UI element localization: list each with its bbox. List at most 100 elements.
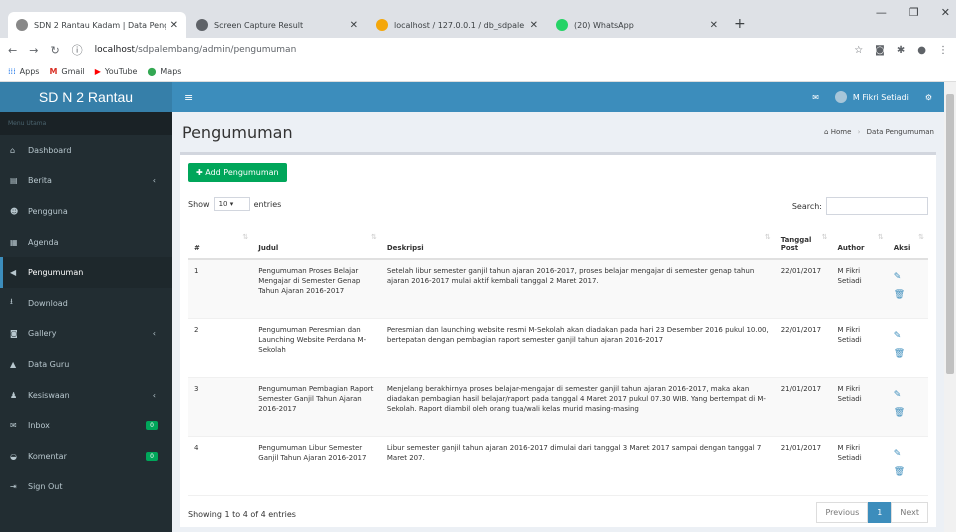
- edit-pencil-icon[interactable]: ✎: [894, 449, 922, 459]
- sidebar-item-pengumuman[interactable]: ◀ Pengumuman: [0, 257, 172, 288]
- sidebar: Menu Utama ⌂ Dashboard ▤ Berita ‹ ☻ Pengguna ▦ A…: [0, 112, 172, 532]
- mail-notification-icon[interactable]: ✉: [812, 93, 819, 102]
- row-number: 2: [188, 318, 253, 378]
- sidebar-item-label: Komentar: [28, 451, 67, 461]
- close-tab-icon[interactable]: ✕: [170, 20, 178, 31]
- chevron-left-icon: ‹: [152, 176, 156, 186]
- sidebar-item-label: Inbox: [28, 421, 50, 431]
- info-icon[interactable]: ⓘ: [72, 42, 83, 58]
- edit-pencil-icon[interactable]: ✎: [894, 331, 922, 341]
- tab-favicon-icon: [556, 19, 568, 31]
- settings-gear-icon[interactable]: ⚙: [925, 93, 932, 102]
- length-control: Show 10 ▾ entries: [188, 197, 281, 211]
- sidebar-item-gallery[interactable]: ◙ Gallery ‹: [0, 319, 172, 350]
- camera-extension-icon[interactable]: ◙: [875, 45, 885, 56]
- app-logo[interactable]: SD N 2 Rantau: [0, 82, 172, 112]
- column-header[interactable]: Deskripsi ⇅: [380, 227, 775, 260]
- column-header[interactable]: # ⇅: [188, 227, 253, 260]
- bookmark-maps[interactable]: ⬤ Maps: [147, 67, 181, 76]
- count-badge: 0: [146, 451, 158, 461]
- comments-icon: ◒: [10, 451, 17, 461]
- sidebar-item-berita[interactable]: ▤ Berita ‹: [0, 166, 172, 197]
- sidebar-item-label: Berita: [28, 176, 52, 186]
- sidebar-item-komentar[interactable]: ◒ Komentar 0: [0, 441, 172, 472]
- delete-trash-icon[interactable]: 🗑: [894, 467, 922, 477]
- sidebar-item-pengguna[interactable]: ☻ Pengguna: [0, 196, 172, 227]
- add-pengumuman-button[interactable]: ✚ Add Pengumuman: [188, 163, 287, 182]
- sidebar-item-label: Sign Out: [28, 482, 63, 492]
- puzzle-icon[interactable]: ✱: [897, 45, 905, 56]
- page-scrollbar[interactable]: [944, 82, 956, 532]
- table-row: 3 Pengumuman Pembagian Raport Semester Ga…: [188, 377, 928, 437]
- minimize-icon[interactable]: —: [876, 6, 887, 19]
- close-tab-icon[interactable]: ✕: [530, 20, 538, 31]
- edit-pencil-icon[interactable]: ✎: [894, 390, 922, 400]
- page-1-button[interactable]: 1: [868, 502, 892, 523]
- profile-avatar-icon[interactable]: ●: [917, 45, 926, 56]
- column-header[interactable]: Author ⇅: [831, 227, 888, 260]
- entries-select[interactable]: 10 ▾: [213, 197, 250, 211]
- chevron-left-icon: ‹: [152, 329, 156, 339]
- sort-icon: ⇅: [371, 233, 377, 241]
- maximize-icon[interactable]: ❐: [909, 6, 919, 19]
- url-field[interactable]: localhost/sdpalembang/admin/pengumuman: [95, 45, 843, 55]
- sidebar-item-label: Dashboard: [28, 145, 72, 155]
- sidebar-item-sign-out[interactable]: ⇥ Sign Out: [0, 472, 172, 503]
- bookmark-gmail[interactable]: M Gmail: [49, 67, 84, 76]
- extensions: ☆ ◙ ✱ ● ⋮: [854, 45, 948, 56]
- next-button[interactable]: Next: [891, 502, 928, 523]
- pagination: Previous 1 Next: [816, 502, 928, 523]
- close-window-icon[interactable]: ✕: [941, 6, 950, 19]
- bookmark-apps[interactable]: ⁞⁞⁞ Apps: [8, 67, 39, 76]
- delete-trash-icon[interactable]: 🗑: [894, 408, 922, 418]
- new-tab-button[interactable]: +: [734, 16, 746, 32]
- sidebar-item-label: Download: [28, 298, 68, 308]
- sort-icon: ⇅: [877, 233, 884, 241]
- breadcrumb-home[interactable]: Home: [831, 128, 852, 136]
- sidebar-item-dashboard[interactable]: ⌂ Dashboard: [0, 135, 172, 166]
- column-header-label: Tanggal Post: [780, 236, 812, 252]
- delete-trash-icon[interactable]: 🗑: [894, 290, 922, 300]
- back-icon[interactable]: ←: [8, 44, 17, 57]
- browser-tab[interactable]: (20) WhatsApp ✕: [548, 12, 726, 38]
- sidebar-item-kesiswaan[interactable]: ♟ Kesiswaan ‹: [0, 380, 172, 411]
- download-icon: ⭳: [10, 297, 13, 307]
- edit-pencil-icon[interactable]: ✎: [894, 272, 922, 282]
- sidebar-toggle-icon[interactable]: ≡: [184, 91, 193, 104]
- sidebar-item-download[interactable]: ⭳ Download: [0, 288, 172, 319]
- row-judul: Pengumuman Proses Belajar Mengajar di Se…: [252, 259, 381, 319]
- delete-trash-icon[interactable]: 🗑: [894, 349, 922, 359]
- bookmarks-bar: ⁞⁞⁞ Apps M Gmail ▶ YouTube ⬤ Maps: [0, 62, 956, 82]
- sidebar-item-inbox[interactable]: ✉ Inbox 0: [0, 410, 172, 441]
- bookmark-label: Maps: [160, 67, 182, 76]
- column-header[interactable]: Judul ⇅: [252, 227, 381, 260]
- apps-grid-icon: ⁞⁞⁞: [8, 67, 16, 76]
- row-number: 4: [188, 436, 253, 496]
- bookmark-youtube[interactable]: ▶ YouTube: [95, 67, 138, 76]
- column-header-label: Author: [837, 244, 865, 252]
- column-header-label: Aksi: [893, 244, 911, 252]
- sidebar-item-label: Kesiswaan: [28, 390, 70, 400]
- browser-tab[interactable]: SDN 2 Rantau Kadam | Data Peng ✕: [8, 12, 186, 38]
- close-tab-icon[interactable]: ✕: [350, 20, 358, 31]
- previous-button[interactable]: Previous: [816, 502, 869, 523]
- column-header[interactable]: Aksi ⇅: [887, 227, 928, 260]
- star-icon[interactable]: ☆: [854, 45, 863, 56]
- entries-label: entries: [253, 199, 282, 209]
- search-input[interactable]: [826, 197, 928, 215]
- column-header[interactable]: Tanggal Post ⇅: [774, 227, 832, 260]
- column-header-label: #: [194, 244, 200, 252]
- browser-tab[interactable]: localhost / 127.0.0.1 / db_sdpale ✕: [368, 12, 546, 38]
- row-deskripsi: Setelah libur semester ganjil tahun ajar…: [380, 259, 775, 319]
- url-path: /sdpalembang/admin/pengumuman: [135, 45, 297, 55]
- sidebar-item-agenda[interactable]: ▦ Agenda: [0, 227, 172, 258]
- close-tab-icon[interactable]: ✕: [710, 20, 718, 31]
- sidebar-item-data-guru[interactable]: ▲ Data Guru: [0, 349, 172, 380]
- menu-dots-icon[interactable]: ⋮: [938, 45, 948, 56]
- forward-icon[interactable]: →: [29, 44, 38, 57]
- reload-icon[interactable]: ↻: [50, 44, 59, 57]
- user-menu[interactable]: M Fikri Setiadi: [834, 91, 909, 103]
- browser-tab[interactable]: Screen Capture Result ✕: [188, 12, 366, 38]
- newspaper-icon: ▤: [10, 176, 18, 186]
- scrollbar-thumb[interactable]: [946, 94, 954, 374]
